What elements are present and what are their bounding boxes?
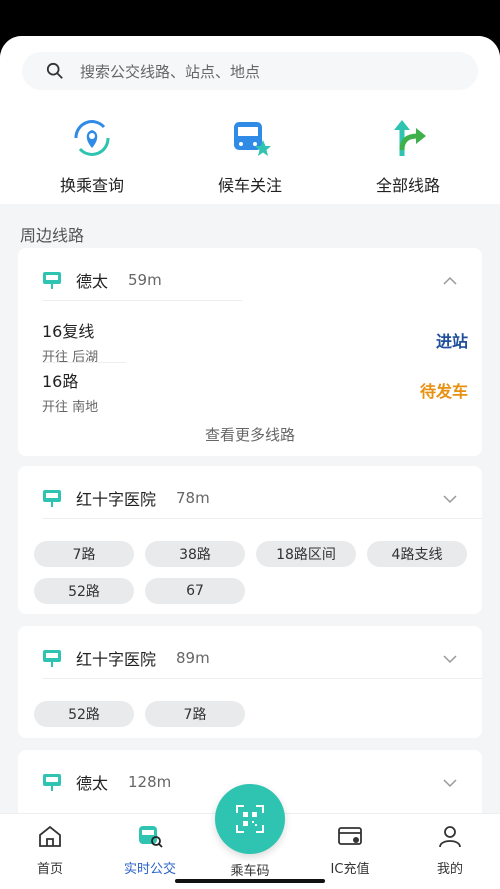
search-bar[interactable]: 搜索公交线路、站点、地点 — [22, 52, 478, 90]
bus-watch-button[interactable]: 候车关注 — [170, 118, 330, 196]
qr-code-icon — [236, 805, 264, 833]
search-placeholder: 搜索公交线路、站点、地点 — [80, 62, 261, 81]
route-chip[interactable]: 38路 — [145, 541, 245, 567]
tab-ride-code[interactable]: 乘车码 — [210, 860, 290, 879]
stop-name: 红十字医院 — [76, 650, 157, 669]
tab-ic-recharge[interactable]: IC充值 — [310, 824, 390, 877]
route-chip[interactable]: 52路 — [34, 701, 134, 727]
route-name: 16复线 — [42, 322, 95, 341]
stop-header[interactable]: 红十字医院 89m — [42, 646, 210, 670]
home-icon — [39, 825, 61, 847]
stop-distance: 89m — [176, 649, 210, 667]
route-row[interactable]: 16路 开往 南地 — [42, 368, 98, 415]
tab-label: 首页 — [36, 862, 63, 877]
route-chip[interactable]: 7路 — [34, 541, 134, 567]
chevron-down-icon[interactable] — [442, 778, 458, 788]
route-arrows-icon — [394, 120, 426, 156]
tab-profile[interactable]: 我的 — [410, 824, 490, 877]
bus-search-icon — [139, 826, 163, 848]
route-status: 待发车 — [419, 382, 468, 401]
route-name: 16路 — [42, 372, 79, 391]
route-row[interactable]: 16复线 开往 后湖 — [42, 318, 98, 365]
ride-code-button[interactable] — [215, 784, 285, 854]
transfer-location-icon — [74, 120, 110, 156]
stop-card: 红十字医院 78m 7路 38路 18路区间 4路支线 52路 67 — [18, 466, 482, 614]
stop-card: 德太 59m 16复线 开往 后湖 进站 16路 开往 南地 待发车 查看更多线… — [18, 248, 482, 456]
search-icon — [46, 62, 63, 79]
chevron-up-icon[interactable] — [442, 276, 458, 286]
divider — [42, 678, 482, 679]
stop-name: 德太 — [76, 774, 109, 793]
tab-label: IC充值 — [330, 862, 370, 877]
divider — [42, 518, 482, 519]
stop-distance: 128m — [128, 773, 172, 791]
stop-header[interactable]: 红十字医院 78m — [42, 486, 210, 510]
home-indicator — [175, 879, 325, 883]
ic-card-icon — [338, 827, 362, 845]
route-status: 进站 — [435, 332, 468, 351]
more-routes-link[interactable]: 查看更多线路 — [18, 424, 482, 445]
bus-star-icon — [234, 122, 271, 156]
transfer-query-button[interactable]: 换乘查询 — [12, 118, 172, 196]
bus-stop-icon — [43, 650, 61, 667]
route-chip[interactable]: 7路 — [145, 701, 245, 727]
divider — [42, 362, 126, 363]
top-panel: 搜索公交线路、站点、地点 换乘查询 候车关注 全部线路 — [0, 36, 500, 204]
quick-action-label: 全部线路 — [375, 176, 440, 195]
stop-name: 德太 — [76, 272, 109, 291]
tab-label: 我的 — [436, 862, 463, 877]
tab-home[interactable]: 首页 — [10, 824, 90, 877]
stop-distance: 78m — [176, 489, 210, 507]
chevron-down-icon[interactable] — [442, 494, 458, 504]
bus-stop-icon — [43, 272, 61, 289]
route-chip[interactable]: 18路区间 — [256, 541, 356, 567]
route-chip[interactable]: 4路支线 — [367, 541, 467, 567]
tab-realtime-bus[interactable]: 实时公交 — [110, 824, 190, 877]
stop-header[interactable]: 德太 128m — [42, 770, 171, 794]
route-chip[interactable]: 67 — [145, 578, 245, 604]
section-title: 周边线路 — [20, 226, 85, 245]
all-routes-button[interactable]: 全部线路 — [328, 118, 488, 196]
profile-icon — [439, 826, 461, 848]
quick-action-label: 候车关注 — [217, 176, 282, 195]
chevron-down-icon[interactable] — [442, 654, 458, 664]
bus-stop-icon — [43, 774, 61, 791]
tab-label: 乘车码 — [230, 864, 270, 879]
stop-header[interactable]: 德太 59m — [42, 268, 162, 292]
app-screen: 搜索公交线路、站点、地点 换乘查询 候车关注 全部线路 周边线路 德太 59m … — [0, 36, 500, 889]
quick-action-label: 换乘查询 — [59, 176, 124, 195]
bus-stop-icon — [43, 490, 61, 507]
route-direction: 开往 南地 — [42, 400, 99, 415]
route-chip[interactable]: 52路 — [34, 578, 134, 604]
tab-label: 实时公交 — [123, 862, 176, 877]
divider — [42, 300, 242, 301]
stop-distance: 59m — [128, 271, 162, 289]
stop-card: 红十字医院 89m 52路 7路 — [18, 626, 482, 738]
bottom-tab-bar: 首页 实时公交 乘车码 IC充值 我的 — [0, 784, 500, 889]
stop-name: 红十字医院 — [76, 490, 157, 509]
